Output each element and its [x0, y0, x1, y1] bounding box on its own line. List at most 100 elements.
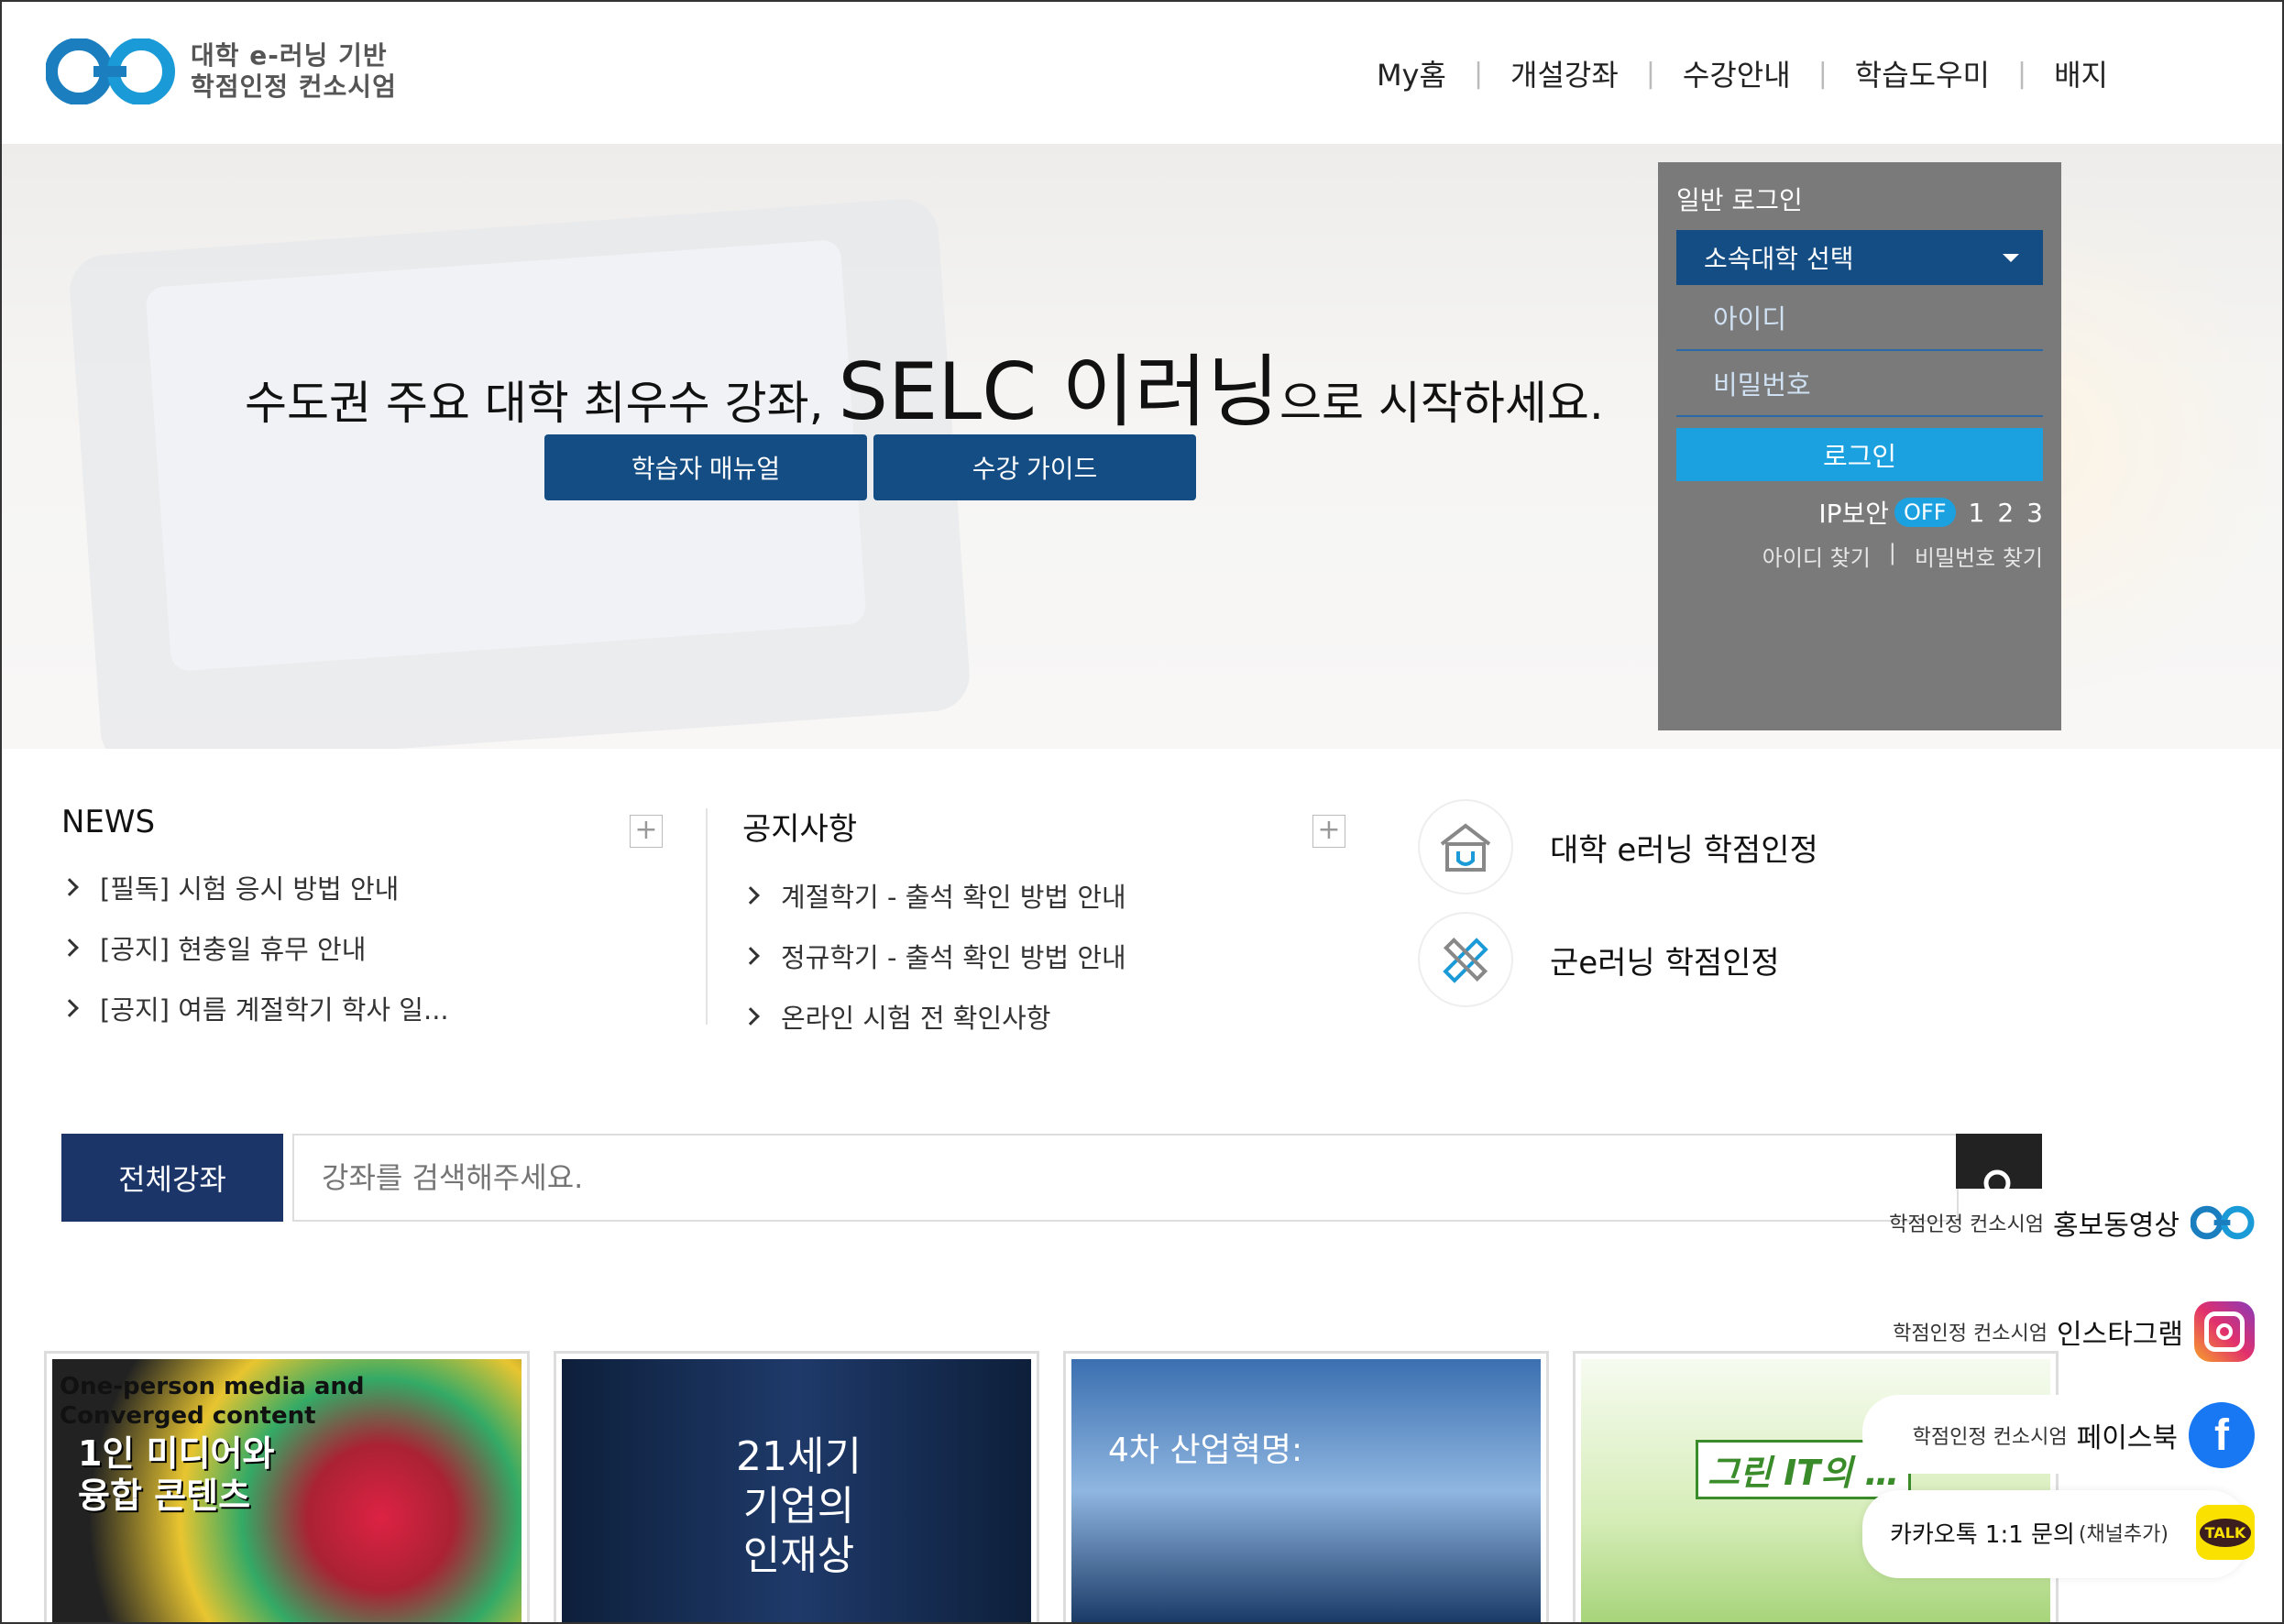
logo-text: 대학 e-러닝 기반 학점인정 컨소시엄: [191, 40, 397, 103]
nav-courses[interactable]: 개설강좌: [1510, 52, 1619, 94]
notice-more-icon[interactable]: +: [1312, 815, 1345, 848]
quick-link-university[interactable]: 대학 e러닝 학점인정: [1418, 799, 1818, 894]
hero-title-brand: SELC 이러닝: [838, 346, 1279, 438]
notice-item[interactable]: 계절학기 - 출석 확인 방법 안내: [741, 876, 1352, 915]
course-card[interactable]: 4차 산업혁명:: [1063, 1351, 1549, 1622]
logo-icon: [2191, 1205, 2255, 1240]
chevron-right-icon: [60, 878, 79, 896]
course-guide-button[interactable]: 수강 가이드: [873, 434, 1196, 500]
learner-manual-button[interactable]: 학습자 매뉴얼: [544, 434, 867, 500]
search-icon: [1983, 1169, 2011, 1189]
quick-link-military-label: 군e러닝 학점인정: [1550, 944, 1780, 982]
news-title: NEWS: [61, 804, 156, 840]
news-item[interactable]: [공지] 현충일 휴무 안내: [60, 928, 671, 967]
side-link-instagram-label: 인스타그램: [2057, 1319, 2183, 1351]
find-separator: |: [1888, 540, 1896, 565]
find-id-link[interactable]: 아이디 찾기: [1762, 540, 1871, 572]
hero-title-pre: 수도권 주요 대학 최우수 강좌,: [245, 377, 824, 430]
quick-link-university-label: 대학 e러닝 학점인정: [1550, 831, 1818, 869]
side-link-kakao[interactable]: 카카오톡 1:1 문의 (채널추가) TALK: [1890, 1505, 2255, 1560]
side-link-video-small: 학점인정 컨소시엄: [1889, 1213, 2044, 1236]
news-item-text: [필독] 시험 응시 방법 안내: [100, 873, 400, 905]
news-item-text: [공지] 현충일 휴무 안내: [100, 934, 367, 965]
side-link-instagram-small: 학점인정 컨소시엄: [1893, 1322, 2048, 1345]
nav-learning-help[interactable]: 학습도우미: [1855, 52, 1990, 94]
notice-title: 공지사항: [742, 811, 858, 848]
main-nav: My홈 | 개설강좌 | 수강안내 | 학습도우미 | 배지: [1377, 52, 2108, 94]
house-icon: [1418, 799, 1513, 894]
notice-list: 계절학기 - 출석 확인 방법 안내 정규학기 - 출석 확인 방법 안내 온라…: [741, 876, 1352, 1036]
chevron-right-icon: [60, 999, 79, 1017]
login-title: 일반 로그인: [1676, 185, 1803, 215]
notice-board: 공지사항 + 계절학기 - 출석 확인 방법 안내 정규학기 - 출석 확인 방…: [741, 804, 1352, 1058]
ip-security-toggle[interactable]: OFF: [1894, 498, 1956, 527]
news-more-icon[interactable]: +: [630, 815, 663, 848]
news-list: [필독] 시험 응시 방법 안내 [공지] 현충일 휴무 안내 [공지] 여름 …: [60, 868, 671, 1027]
course-card[interactable]: One-person media and Converged content 1…: [44, 1351, 530, 1622]
login-panel: 일반 로그인 소속대학 선택 아이디 비밀번호 로그인 IP보안 OFF 1 2…: [1658, 162, 2061, 730]
course-card[interactable]: 21세기 기업의 인재상: [554, 1351, 1039, 1622]
ip-security-row: IP보안 OFF 1 2 3: [1676, 494, 2043, 531]
news-board: NEWS + [필독] 시험 응시 방법 안내 [공지] 현충일 휴무 안내 […: [60, 804, 671, 1049]
nav-badge[interactable]: 배지: [2054, 52, 2108, 94]
hero-title: 수도권 주요 대학 최우수 강좌, SELC 이러닝으로 시작하세요.: [245, 327, 1604, 442]
find-password-link[interactable]: 비밀번호 찾기: [1915, 540, 2043, 572]
notice-item-text: 계절학기 - 출석 확인 방법 안내: [781, 882, 1126, 913]
ip-level-3[interactable]: 3: [2026, 498, 2043, 528]
kakao-talk-icon: TALK: [2196, 1505, 2255, 1560]
chevron-down-icon: [2003, 253, 2019, 262]
pencil-ruler-icon: [1418, 912, 1513, 1007]
course-card-title: 21세기 기업의 인재상: [736, 1432, 862, 1581]
nav-separator: |: [1645, 57, 1655, 90]
login-button[interactable]: 로그인: [1676, 428, 2043, 481]
side-link-facebook[interactable]: 학점인정 컨소시엄 페이스북 f: [1913, 1402, 2255, 1468]
side-link-video-label: 홍보동영상: [2053, 1210, 2180, 1242]
side-link-facebook-small: 학점인정 컨소시엄: [1912, 1426, 2068, 1449]
course-card[interactable]: 그린 IT의 …: [1573, 1351, 2059, 1622]
password-field[interactable]: 비밀번호: [1676, 351, 2043, 417]
course-search-input[interactable]: [292, 1134, 1959, 1222]
id-field[interactable]: 아이디: [1676, 285, 2043, 351]
news-item[interactable]: [공지] 여름 계절학기 학사 일...: [60, 989, 671, 1027]
side-link-instagram[interactable]: 학점인정 컨소시엄 인스타그램: [1893, 1301, 2255, 1362]
nav-separator: |: [1473, 57, 1484, 90]
quick-link-military[interactable]: 군e러닝 학점인정: [1418, 912, 1780, 1007]
course-thumbnail: One-person media and Converged content 1…: [52, 1359, 522, 1622]
all-courses-tab[interactable]: 전체강좌: [61, 1134, 283, 1222]
nav-separator: |: [1817, 57, 1828, 90]
side-link-kakao-label: 카카오톡 1:1 문의: [1889, 1520, 2075, 1549]
hero-title-post: 으로 시작하세요.: [1279, 377, 1604, 430]
notice-item[interactable]: 온라인 시험 전 확인사항: [741, 997, 1352, 1036]
course-card-ko-line1: 1인 미디어와: [78, 1433, 275, 1474]
course-card-en-line2: Converged content: [60, 1402, 316, 1430]
course-card-title: 4차 산업혁명:: [1108, 1432, 1303, 1469]
nav-enrollment-guide[interactable]: 수강안내: [1683, 52, 1791, 94]
search-button[interactable]: [1956, 1134, 2042, 1189]
ip-level-1[interactable]: 1: [1969, 498, 1985, 528]
instagram-icon: [2194, 1301, 2255, 1362]
logo[interactable]: 대학 e-러닝 기반 학점인정 컨소시엄: [46, 38, 397, 104]
chevron-right-icon: [60, 938, 79, 957]
logo-line2: 학점인정 컨소시엄: [191, 71, 397, 102]
course-card-line2: 기업의: [742, 1483, 855, 1530]
side-link-video[interactable]: 학점인정 컨소시엄 홍보동영상: [1889, 1202, 2255, 1243]
course-card-en-title: One-person media and Converged content: [60, 1372, 365, 1431]
find-account-row: 아이디 찾기 | 비밀번호 찾기: [1676, 540, 2043, 572]
notice-item-text: 온라인 시험 전 확인사항: [781, 1003, 1051, 1034]
course-card-line1: 21세기: [736, 1433, 862, 1480]
chevron-right-icon: [741, 1007, 760, 1026]
header: 대학 e-러닝 기반 학점인정 컨소시엄 My홈 | 개설강좌 | 수강안내 |…: [2, 2, 2282, 144]
school-select[interactable]: 소속대학 선택: [1676, 230, 2043, 285]
course-card-ko-title: 1인 미디어와 융합 콘텐츠: [78, 1432, 274, 1517]
course-thumbnail: 4차 산업혁명:: [1071, 1359, 1541, 1622]
kakao-talk-icon-text: TALK: [2199, 1518, 2252, 1547]
ip-level-2[interactable]: 2: [1997, 498, 2014, 528]
facebook-icon: f: [2189, 1402, 2255, 1468]
notice-item[interactable]: 정규학기 - 출석 확인 방법 안내: [741, 937, 1352, 975]
board-divider: [706, 808, 708, 1025]
notice-item-text: 정규학기 - 출석 확인 방법 안내: [781, 942, 1126, 973]
school-select-label: 소속대학 선택: [1704, 244, 1854, 274]
nav-my-home[interactable]: My홈: [1377, 52, 1446, 94]
news-item[interactable]: [필독] 시험 응시 방법 안내: [60, 868, 671, 906]
course-thumbnail: 21세기 기업의 인재상: [562, 1359, 1031, 1622]
